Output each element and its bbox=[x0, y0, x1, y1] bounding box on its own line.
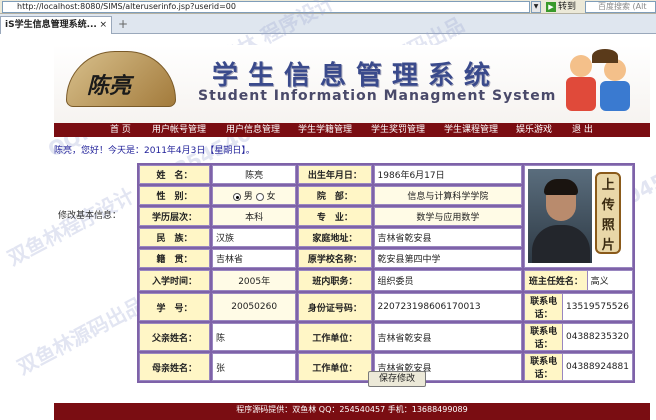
main-nav: 首 页 用户帐号管理 用户信息管理 学生学籍管理 学生奖罚管理 学生课程管理 娱… bbox=[54, 123, 650, 137]
enroll-field[interactable]: 2005年 bbox=[212, 270, 297, 291]
nav-status-mgmt[interactable]: 学生学籍管理 bbox=[298, 124, 352, 136]
mother-label: 母亲姓名： bbox=[139, 353, 210, 381]
site-banner: 陈亮 学生信息管理系统 Student Information Managmen… bbox=[54, 45, 650, 123]
close-tab-icon[interactable]: × bbox=[99, 17, 107, 33]
save-button[interactable]: 保存修改 bbox=[368, 371, 426, 387]
post-field[interactable]: 组织委员 bbox=[373, 270, 523, 291]
student-photo bbox=[528, 169, 593, 263]
sex-field: 男 女 bbox=[212, 186, 297, 205]
photo-cell: 上传照片 bbox=[524, 165, 633, 268]
teacher-label: 班主任姓名： bbox=[525, 271, 588, 290]
phone-label: 联系电话： bbox=[525, 294, 563, 320]
sex-male-radio[interactable] bbox=[232, 192, 241, 201]
phone2-cell: 联系电话： 04388235320 bbox=[524, 323, 633, 351]
home-field[interactable]: 吉林省乾安县 bbox=[373, 228, 523, 247]
nav-reward-mgmt[interactable]: 学生奖罚管理 bbox=[371, 124, 425, 136]
edit-info-label: 修改基本信息： bbox=[58, 211, 122, 221]
father-label: 父亲姓名： bbox=[139, 323, 210, 351]
tab-strip: iS学生信息管理系统... × + bbox=[0, 14, 656, 34]
url-dropdown-button[interactable]: ▼ bbox=[531, 1, 541, 13]
watermark: 双鱼林源码出品 bbox=[13, 292, 149, 380]
sex-female-label: 女 bbox=[266, 192, 276, 202]
go-arrow-icon: ▶ bbox=[546, 2, 556, 12]
father-field[interactable]: 陈 bbox=[212, 323, 297, 351]
teacher-cell: 班主任姓名： 高义 bbox=[524, 270, 633, 291]
edu-label: 学历层次： bbox=[139, 207, 210, 226]
dept-label: 院 部： bbox=[298, 186, 372, 205]
name-field[interactable]: 陈亮 bbox=[212, 165, 297, 184]
phone3-label: 联系电话： bbox=[525, 354, 563, 380]
upload-photo-button[interactable]: 上传照片 bbox=[595, 172, 622, 254]
site-title-en: Student Information Managment System bbox=[198, 88, 557, 104]
phone3-field[interactable]: 04388924881 bbox=[562, 354, 632, 380]
work1-label: 工作单位： bbox=[298, 323, 372, 351]
edu-field[interactable]: 本科 bbox=[212, 207, 297, 226]
logo-text: 陈亮 bbox=[87, 73, 132, 99]
browser-tab-active[interactable]: iS学生信息管理系统... × bbox=[0, 16, 112, 34]
post-label: 班内职务： bbox=[298, 270, 372, 291]
greeting-username: 陈亮 bbox=[54, 146, 73, 156]
tab-title: iS学生信息管理系统... bbox=[5, 20, 97, 30]
work2-label: 工作单位： bbox=[298, 353, 372, 381]
form-row: 学 号： 20050260 身份证号码： 220723198606170013 … bbox=[139, 293, 633, 321]
dept-field[interactable]: 信息与计算科学学院 bbox=[373, 186, 523, 205]
phone2-label: 联系电话： bbox=[525, 324, 563, 350]
sid-field[interactable]: 20050260 bbox=[212, 293, 297, 321]
new-tab-icon[interactable]: + bbox=[118, 17, 128, 31]
form-row: 入学时间： 2005年 班内职务： 组织委员 班主任姓名： 高义 bbox=[139, 270, 633, 291]
nav-account-mgmt[interactable]: 用户帐号管理 bbox=[152, 124, 206, 136]
sex-female-radio[interactable] bbox=[255, 192, 264, 201]
footer: 程序源码提供：双鱼林 QQ：254540457 手机：13688499089 bbox=[54, 403, 650, 420]
logo-fan: 陈亮 bbox=[66, 51, 176, 107]
nation-field[interactable]: 汉族 bbox=[212, 228, 297, 247]
nation-label: 民 族： bbox=[139, 228, 210, 247]
nav-logout[interactable]: 退 出 bbox=[572, 124, 593, 136]
kids-illustration bbox=[560, 47, 644, 121]
greeting: 陈亮，您好！今天是：2011年4月3日【星期日】。 bbox=[54, 143, 255, 156]
origin-label: 籍 贯： bbox=[139, 249, 210, 268]
enroll-label: 入学时间： bbox=[139, 270, 210, 291]
url-input[interactable]: http://localhost:8080/SIMS/alteruserinfo… bbox=[2, 1, 530, 13]
nav-course-mgmt[interactable]: 学生课程管理 bbox=[444, 124, 498, 136]
major-label: 专 业： bbox=[298, 207, 372, 226]
address-bar: □ http://localhost:8080/SIMS/alteruserin… bbox=[0, 0, 656, 14]
form-row: 姓 名： 陈亮 出生年月日： 1986年6月17日 上传照片 bbox=[139, 165, 633, 268]
school-label: 原学校名称： bbox=[298, 249, 372, 268]
sid-label: 学 号： bbox=[139, 293, 210, 321]
home-label: 家庭地址： bbox=[298, 228, 372, 247]
origin-field[interactable]: 吉林省 bbox=[212, 249, 297, 268]
mother-field[interactable]: 张 bbox=[212, 353, 297, 381]
phone-field[interactable]: 13519575526 bbox=[562, 294, 632, 320]
birth-label: 出生年月日： bbox=[298, 165, 372, 184]
upload-photo-label: 上传照片 bbox=[601, 178, 615, 253]
nav-games[interactable]: 娱乐游戏 bbox=[516, 124, 552, 136]
nav-home[interactable]: 首 页 bbox=[110, 124, 131, 136]
site-title-cn: 学生信息管理系统 bbox=[212, 61, 501, 91]
go-button[interactable]: ▶ 转到 bbox=[546, 1, 576, 13]
work1-field[interactable]: 吉林省乾安县 bbox=[373, 323, 523, 351]
student-info-form: 姓 名： 陈亮 出生年月日： 1986年6月17日 上传照片 性 别： 男 女 … bbox=[137, 163, 635, 383]
phone3-cell: 联系电话： 04388924881 bbox=[524, 353, 633, 381]
go-label: 转到 bbox=[558, 2, 577, 12]
form-row: 父亲姓名： 陈 工作单位： 吉林省乾安县 联系电话： 04388235320 bbox=[139, 323, 633, 351]
nav-user-info-mgmt[interactable]: 用户信息管理 bbox=[226, 124, 280, 136]
search-input[interactable]: 百度搜索 (Alt bbox=[585, 1, 656, 13]
name-label: 姓 名： bbox=[139, 165, 210, 184]
teacher-field[interactable]: 高义 bbox=[586, 271, 632, 290]
phone-cell: 联系电话： 13519575526 bbox=[524, 293, 633, 321]
sex-label: 性 别： bbox=[139, 186, 210, 205]
idcard-label: 身份证号码： bbox=[298, 293, 372, 321]
birth-field[interactable]: 1986年6月17日 bbox=[373, 165, 523, 184]
phone2-field[interactable]: 04388235320 bbox=[562, 324, 632, 350]
idcard-field[interactable]: 220723198606170013 bbox=[373, 293, 523, 321]
greeting-date: ，您好！今天是：2011年4月3日【星期日】。 bbox=[72, 146, 255, 156]
sex-male-label: 男 bbox=[243, 192, 253, 202]
school-field[interactable]: 乾安县第四中学 bbox=[373, 249, 523, 268]
major-field[interactable]: 数学与应用数学 bbox=[373, 207, 523, 226]
